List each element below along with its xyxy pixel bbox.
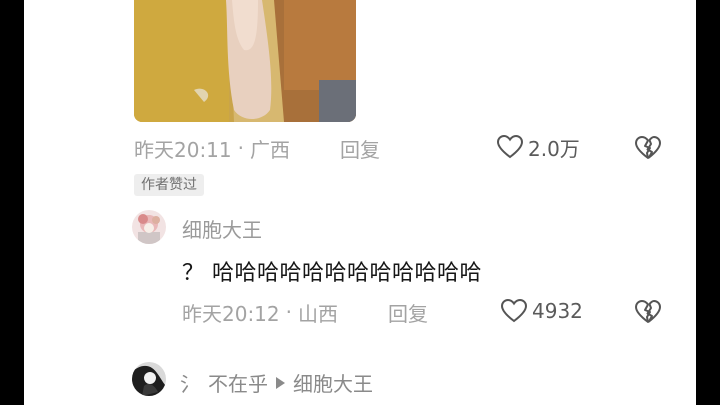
- comment-meta: 昨天20:11 · 广西: [134, 134, 290, 162]
- avatar[interactable]: [132, 362, 166, 396]
- reply-like-button[interactable]: 4932: [500, 297, 583, 325]
- reply-username[interactable]: 细胞大王: [182, 214, 262, 243]
- next-reply-username-prefix: 氵: [180, 372, 200, 396]
- comment-like-count: 2.0万: [528, 136, 580, 161]
- avatar-image: [132, 210, 166, 244]
- reply-location: 山西: [298, 301, 338, 326]
- avatar[interactable]: [132, 210, 166, 244]
- comment-like-button[interactable]: 2.0万: [496, 133, 580, 161]
- reply-text: ？ 哈哈哈哈哈哈哈哈哈哈哈哈: [182, 261, 482, 286]
- fabric-photo: [134, 0, 356, 122]
- comment-image[interactable]: [134, 0, 356, 122]
- heart-icon: [500, 298, 528, 323]
- reply-meta: 昨天20:12 · 山西: [182, 298, 338, 326]
- reply-reply-button[interactable]: 回复: [388, 298, 428, 326]
- left-letterbox: [0, 0, 24, 405]
- separator-dot: ·: [237, 136, 244, 160]
- reply-arrow-icon: [276, 376, 285, 389]
- reply-timestamp: 昨天20:12: [182, 301, 280, 326]
- comment-thread: 昨天20:11 · 广西 回复 2.0万 作者赞过 细胞大王 ？ 哈哈哈哈哈哈哈…: [24, 0, 696, 405]
- heart-icon: [496, 134, 524, 159]
- comment-location: 广西: [250, 137, 290, 162]
- dislike-broken-heart-icon[interactable]: [634, 135, 662, 161]
- separator-dot: ·: [285, 300, 292, 324]
- author-liked-badge: 作者赞过: [134, 174, 204, 196]
- comment-reply-button[interactable]: 回复: [340, 134, 380, 162]
- reply-like-count: 4932: [532, 299, 583, 323]
- next-reply-target[interactable]: 细胞大王: [293, 368, 373, 397]
- next-reply-header: 氵 不在乎 细胞大王: [180, 368, 373, 397]
- comment-timestamp: 昨天20:11: [134, 137, 232, 162]
- dislike-broken-heart-icon[interactable]: [634, 299, 662, 325]
- avatar-image: [132, 362, 166, 396]
- next-reply-username[interactable]: 不在乎: [208, 368, 268, 397]
- right-letterbox: [696, 0, 720, 405]
